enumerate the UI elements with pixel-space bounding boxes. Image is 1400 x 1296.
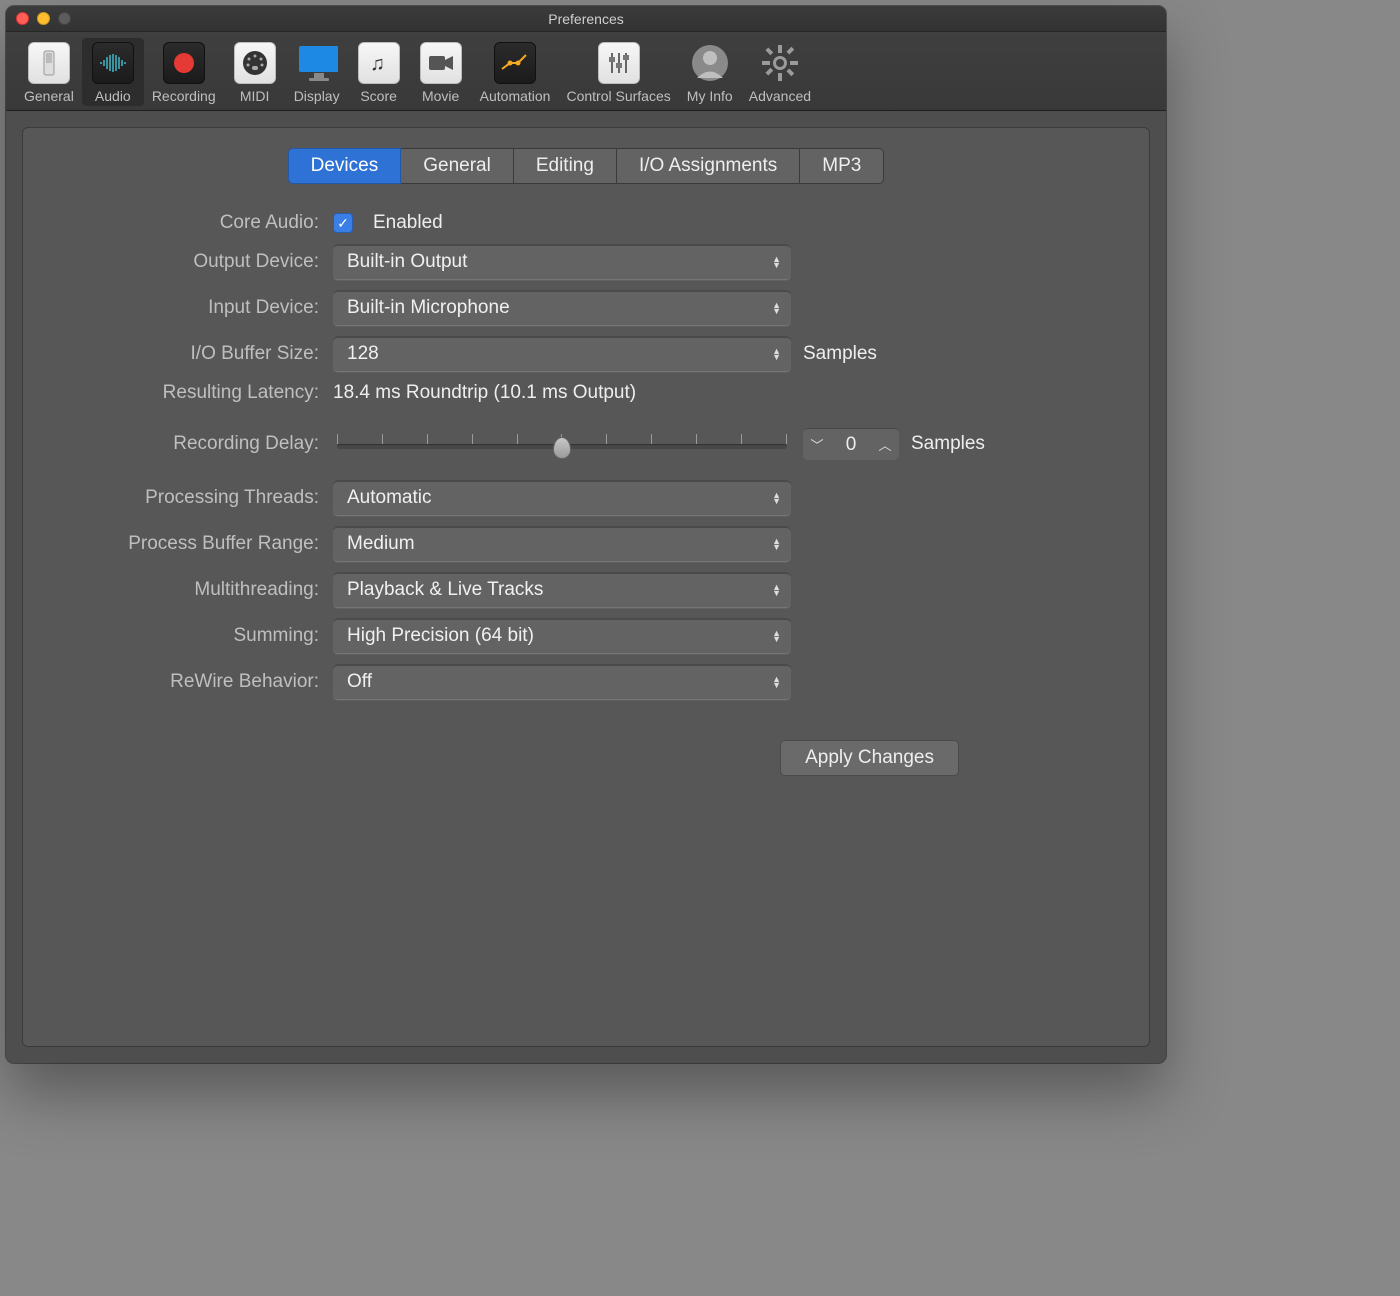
preferences-toolbar: General Audio Recording MIDI Display [6,32,1166,111]
window-controls [16,12,71,25]
recording-delay-slider[interactable] [333,429,791,459]
titlebar: Preferences [6,6,1166,32]
toolbar-item-audio[interactable]: Audio [82,38,144,106]
switch-icon [28,42,70,84]
io-buffer-select[interactable]: 128 ▲▼ [333,336,791,372]
automation-icon [494,42,536,84]
camera-icon [420,42,462,84]
user-icon [689,42,731,84]
processing-threads-label: Processing Threads: [43,487,333,509]
summing-select[interactable]: High Precision (64 bit) ▲▼ [333,618,791,654]
rewire-select[interactable]: Off ▲▼ [333,664,791,700]
recording-delay-label: Recording Delay: [43,433,333,455]
chevron-updown-icon: ▲▼ [772,492,781,504]
input-device-label: Input Device: [43,297,333,319]
core-audio-label: Core Audio: [43,212,333,234]
zoom-icon[interactable] [58,12,71,25]
tab-devices[interactable]: Devices [288,148,402,184]
chevron-updown-icon: ▲▼ [772,676,781,688]
toolbar-item-advanced[interactable]: Advanced [741,38,819,106]
subtabs: Devices General Editing I/O Assignments … [43,148,1129,184]
toolbar-item-movie[interactable]: Movie [410,38,472,106]
toolbar-item-control-surfaces[interactable]: Control Surfaces [558,38,678,106]
window-title: Preferences [6,11,1166,27]
toolbar-item-automation[interactable]: Automation [472,38,559,106]
toolbar-item-display[interactable]: Display [286,38,348,106]
process-buffer-range-label: Process Buffer Range: [43,533,333,555]
enabled-label: Enabled [373,212,443,234]
minimize-icon[interactable] [37,12,50,25]
tab-mp3[interactable]: MP3 [800,148,884,184]
faders-icon [598,42,640,84]
content-panel: Devices General Editing I/O Assignments … [22,127,1150,1047]
stepper-down-icon[interactable]: ﹀ [803,429,831,460]
core-audio-checkbox[interactable]: ✓ [333,213,353,233]
toolbar-item-score[interactable]: ♫ Score [348,38,410,106]
apply-changes-button[interactable]: Apply Changes [780,740,959,776]
latency-value: 18.4 ms Roundtrip (10.1 ms Output) [333,382,636,404]
chevron-updown-icon: ▲▼ [772,584,781,596]
summing-label: Summing: [43,625,333,647]
recording-delay-stepper[interactable]: ﹀ 0 ︿ [803,428,899,460]
recording-delay-value: 0 [831,434,871,456]
output-device-label: Output Device: [43,251,333,273]
toolbar-item-my-info[interactable]: My Info [679,38,741,106]
samples-unit: Samples [911,433,985,455]
io-buffer-label: I/O Buffer Size: [43,343,333,365]
chevron-updown-icon: ▲▼ [772,348,781,360]
toolbar-item-recording[interactable]: Recording [144,38,224,106]
svg-text:♫: ♫ [370,53,385,75]
rewire-label: ReWire Behavior: [43,671,333,693]
preferences-window: Preferences General Audio Recording MID [6,6,1166,1063]
output-device-select[interactable]: Built-in Output ▲▼ [333,244,791,280]
tab-editing[interactable]: Editing [514,148,617,184]
chevron-updown-icon: ▲▼ [772,538,781,550]
display-icon [296,42,338,84]
score-icon: ♫ [358,42,400,84]
stepper-up-icon[interactable]: ︿ [871,429,899,460]
tab-io-assignments[interactable]: I/O Assignments [617,148,800,184]
slider-thumb-icon[interactable] [553,437,571,459]
resulting-latency-label: Resulting Latency: [43,382,333,404]
chevron-updown-icon: ▲▼ [772,630,781,642]
chevron-updown-icon: ▲▼ [772,302,781,314]
multithreading-label: Multithreading: [43,579,333,601]
record-icon [163,42,205,84]
chevron-updown-icon: ▲▼ [772,256,781,268]
gear-icon [759,42,801,84]
midi-icon [234,42,276,84]
toolbar-item-general[interactable]: General [16,38,82,106]
processing-threads-select[interactable]: Automatic ▲▼ [333,480,791,516]
close-icon[interactable] [16,12,29,25]
input-device-select[interactable]: Built-in Microphone ▲▼ [333,290,791,326]
samples-unit: Samples [803,343,877,365]
tab-general[interactable]: General [401,148,514,184]
multithreading-select[interactable]: Playback & Live Tracks ▲▼ [333,572,791,608]
audio-wave-icon [92,42,134,84]
toolbar-item-midi[interactable]: MIDI [224,38,286,106]
process-buffer-range-select[interactable]: Medium ▲▼ [333,526,791,562]
